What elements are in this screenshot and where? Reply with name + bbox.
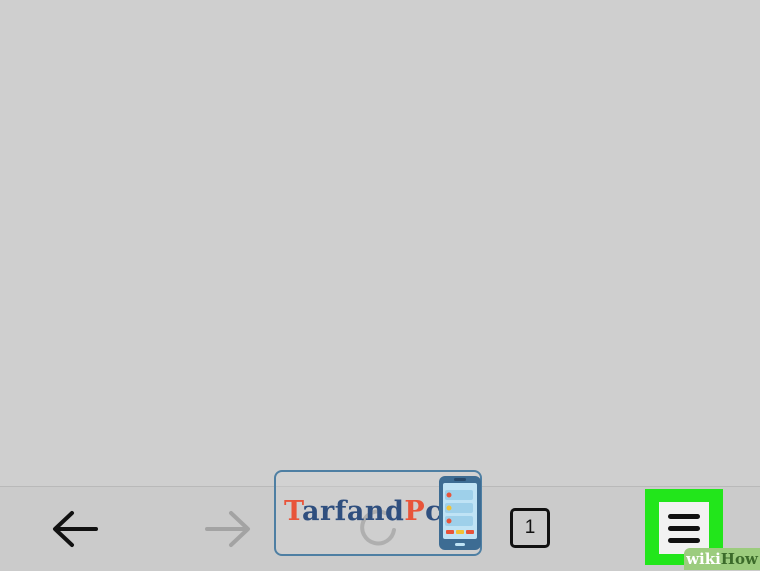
hamburger-menu-icon bbox=[668, 537, 700, 543]
wikihow-credit: wiki How bbox=[684, 548, 760, 570]
menu-button[interactable] bbox=[659, 502, 709, 554]
watermark-text: TarfandPc bbox=[284, 496, 442, 527]
back-arrow-icon[interactable] bbox=[50, 507, 100, 551]
hamburger-menu-icon bbox=[668, 525, 700, 531]
hamburger-menu-icon bbox=[668, 513, 700, 519]
watermark-logo: TarfandPc bbox=[274, 470, 482, 556]
watermark-letter-t: T bbox=[284, 496, 303, 527]
credit-how: How bbox=[720, 550, 758, 568]
tab-counter-button[interactable]: 1 bbox=[510, 508, 550, 548]
credit-wiki: wiki bbox=[686, 550, 721, 568]
watermark-letter-p: P bbox=[404, 496, 426, 527]
watermark-text-mid: arfand bbox=[302, 496, 405, 527]
tab-count: 1 bbox=[524, 517, 536, 538]
phone-icon bbox=[439, 476, 481, 550]
forward-arrow-icon[interactable] bbox=[203, 507, 253, 551]
web-page-viewport bbox=[0, 0, 760, 486]
